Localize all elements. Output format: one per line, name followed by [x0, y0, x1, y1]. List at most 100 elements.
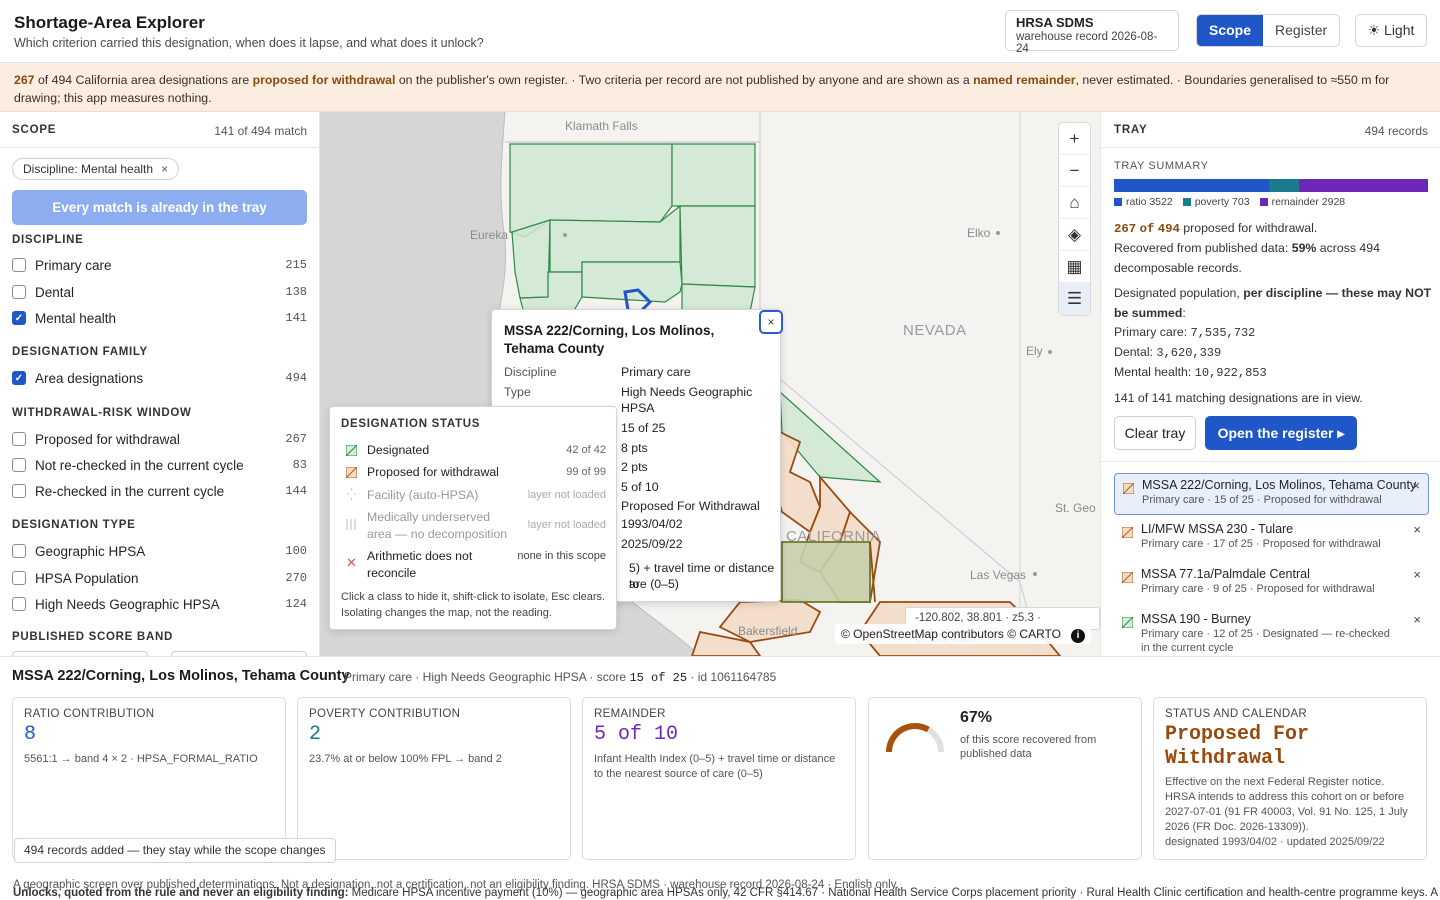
- population-label: Dental:: [1114, 345, 1157, 359]
- legend-count: layer not loaded: [527, 519, 606, 531]
- filter-rechecked[interactable]: Re-checked in the current cycle 144: [12, 481, 307, 501]
- layers-icon[interactable]: ◈: [1059, 219, 1090, 251]
- ratio-value: 8: [24, 723, 37, 746]
- tray-item[interactable]: MSSA 222/Corning, Los Molinos, Tehama Co…: [1114, 473, 1429, 515]
- checkbox[interactable]: [12, 285, 26, 299]
- tray-item[interactable]: MSSA 190 - Burney Primary care · 12 of 2…: [1114, 608, 1429, 656]
- option-label: Dental: [35, 284, 75, 300]
- close-icon[interactable]: ×: [1413, 612, 1421, 627]
- zoom-out-button[interactable]: −: [1059, 155, 1090, 187]
- close-icon[interactable]: ×: [1412, 478, 1420, 493]
- criteria-stacked-bar: [1114, 179, 1428, 192]
- tray-item[interactable]: MSSA 77.1a/Palmdale Central Primary care…: [1114, 563, 1429, 605]
- popup-key: Discipline: [504, 365, 557, 379]
- option-count: 138: [285, 285, 307, 299]
- home-icon[interactable]: ⌂: [1059, 187, 1090, 219]
- info-icon[interactable]: i: [1071, 629, 1085, 643]
- legend-label: Facility (auto-HPSA): [367, 488, 479, 502]
- detail-meta: Primary care · High Needs Geographic HPS…: [344, 670, 776, 685]
- section-family: DESIGNATION FAMILY: [12, 346, 148, 358]
- theme-toggle-button[interactable]: ☀ Light: [1355, 14, 1427, 47]
- open-register-button[interactable]: Open the register ▸: [1205, 416, 1357, 450]
- legend-count: 99 of 99: [566, 466, 606, 478]
- recovered-gauge: [886, 723, 944, 753]
- cross-icon: ✕: [346, 555, 357, 570]
- withdraw-of: of: [1139, 222, 1155, 236]
- status-dates: designated 1993/04/02 · updated 2025/09/…: [1165, 836, 1385, 848]
- checkbox[interactable]: [12, 258, 26, 272]
- card-title: RATIO CONTRIBUTION: [24, 708, 155, 720]
- legend-label: Medically underserved area — no decompos…: [367, 510, 508, 541]
- unlocks-footnote: Unlocks, quoted from the rule and never …: [13, 887, 1438, 899]
- option-label: Proposed for withdrawal: [35, 431, 180, 447]
- close-icon[interactable]: ×: [759, 310, 783, 334]
- close-icon[interactable]: ×: [1413, 522, 1421, 537]
- checkbox-checked[interactable]: ✓: [12, 371, 26, 385]
- map-label-ely: Ely: [1026, 344, 1043, 358]
- legend-list-icon[interactable]: ☰: [1059, 283, 1090, 315]
- withdraw-text: proposed for withdrawal.: [1179, 221, 1318, 235]
- population-summary: Designated population, per discipline — …: [1114, 283, 1432, 323]
- close-icon[interactable]: ×: [1413, 567, 1421, 582]
- scope-match-count: 141 of 494 match: [214, 124, 307, 138]
- option-count: 267: [285, 432, 307, 446]
- section-type: DESIGNATION TYPE: [12, 519, 136, 531]
- legend-count: 42 of 42: [566, 444, 606, 456]
- option-label: High Needs Geographic HPSA: [35, 596, 220, 612]
- tab-scope[interactable]: Scope: [1197, 15, 1264, 46]
- add-all-button[interactable]: Every match is already in the tray: [12, 190, 307, 225]
- hatch-swatch-icon: [346, 467, 357, 478]
- unlocks-label: Unlocks, quoted from the rule and never …: [13, 887, 349, 899]
- close-icon[interactable]: ×: [161, 162, 168, 176]
- filter-hpsa-population[interactable]: HPSA Population 270: [12, 568, 307, 588]
- option-count: 83: [292, 458, 307, 472]
- option-count: 215: [285, 258, 307, 272]
- legend-ratio: ratio 3522: [1114, 196, 1173, 208]
- bar-label: ratio 3522: [1126, 196, 1173, 208]
- view-switcher: Scope Register: [1196, 14, 1341, 47]
- clear-tray-button[interactable]: Clear tray: [1114, 416, 1196, 450]
- scope-panel: SCOPE 141 of 494 match Discipline: Menta…: [0, 112, 320, 656]
- detail-title: MSSA 222/Corning, Los Molinos, Tehama Co…: [12, 668, 350, 684]
- population-label: Primary care:: [1114, 325, 1191, 339]
- map-label-klamath-falls: Klamath Falls: [565, 119, 638, 133]
- notice-count: 267: [14, 73, 35, 87]
- filter-not-rechecked[interactable]: Not re-checked in the current cycle 83: [12, 455, 307, 475]
- tab-register[interactable]: Register: [1263, 15, 1339, 46]
- basemap-icon[interactable]: ▦: [1059, 251, 1090, 283]
- filter-chip[interactable]: Discipline: Mental health ×: [12, 158, 180, 180]
- section-risk: WITHDRAWAL-RISK WINDOW: [12, 407, 192, 419]
- checkbox[interactable]: [12, 432, 26, 446]
- filter-high-needs-hpsa[interactable]: High Needs Geographic HPSA 124: [12, 594, 307, 614]
- filter-dental[interactable]: Dental 138: [12, 282, 307, 302]
- swatch-icon: [1114, 198, 1122, 206]
- swatch-icon: [1259, 198, 1268, 206]
- legend-poverty: poverty 703: [1182, 196, 1250, 208]
- filter-proposed-withdrawal[interactable]: Proposed for withdrawal 267: [12, 429, 307, 449]
- filter-area-designations[interactable]: ✓ Area designations 494: [12, 368, 307, 388]
- zoom-in-button[interactable]: +: [1059, 123, 1090, 155]
- popup-value: 5 of 10: [621, 480, 659, 494]
- detail-meta-text: · id 1061164785: [687, 670, 777, 684]
- attribution-text: © OpenStreetMap contributors © CARTO: [841, 627, 1061, 641]
- tray-title: TRAY: [1114, 124, 1148, 136]
- popup-title: MSSA 222/Corning, Los Molinos, Tehama Co…: [504, 323, 715, 356]
- checkbox[interactable]: [12, 484, 26, 498]
- filter-geographic-hpsa[interactable]: Geographic HPSA 100: [12, 541, 307, 561]
- checkbox[interactable]: [12, 544, 26, 558]
- remainder-value: 5 of 10: [594, 723, 679, 746]
- checkbox[interactable]: [12, 597, 26, 611]
- checkbox[interactable]: [12, 571, 26, 585]
- notice-emphasis-remainder: named remainder: [973, 73, 1076, 87]
- detail-meta-text: Primary care · High Needs Geographic HPS…: [344, 670, 630, 684]
- notice-text: of 494 California area designations are: [34, 73, 253, 87]
- legend-label: Designated: [367, 443, 430, 457]
- tray-item[interactable]: LI/MFW MSSA 230 - Tulare Primary care · …: [1114, 518, 1429, 560]
- filter-primary-care[interactable]: Primary care 215: [12, 255, 307, 275]
- map-label-eureka: Eureka: [470, 228, 509, 242]
- checkbox-checked[interactable]: ✓: [12, 311, 26, 325]
- checkbox[interactable]: [12, 458, 26, 472]
- withdrawal-summary: 267 of 494 proposed for withdrawal.: [1114, 218, 1432, 239]
- filter-mental-health[interactable]: ✓ Mental health 141: [12, 308, 307, 328]
- tray-header: TRAY 494 records: [1101, 112, 1440, 148]
